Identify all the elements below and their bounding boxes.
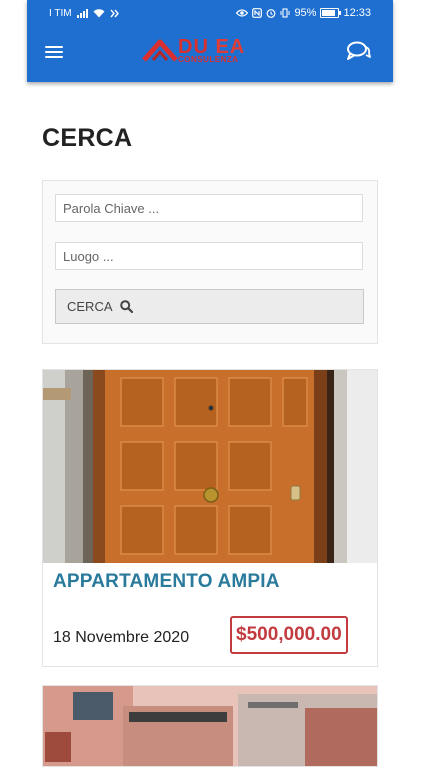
alarm-icon xyxy=(267,9,276,18)
listing-title[interactable]: APPARTAMENTO AMPIA xyxy=(53,571,280,593)
keyword-input[interactable] xyxy=(55,194,363,222)
listing-photo[interactable] xyxy=(43,370,377,563)
menu-button[interactable] xyxy=(45,44,65,60)
search-icon xyxy=(119,300,133,313)
listing-price-badge: $500,000.00 xyxy=(230,616,348,654)
listing-card[interactable] xyxy=(42,685,378,767)
nfc-icon xyxy=(110,9,119,18)
listing-photo[interactable] xyxy=(43,686,377,766)
battery-icon xyxy=(320,8,342,18)
app-frame: I TIM 95% 12:33 DU EA CONSULENZA CERCA P… xyxy=(27,0,393,767)
signal-icon xyxy=(76,9,88,18)
logo-subtitle: CONSULENZA xyxy=(178,55,239,64)
search-form: CERCA xyxy=(42,180,378,344)
nfc-tag-icon xyxy=(252,8,263,18)
brand-logo[interactable]: DU EA CONSULENZA xyxy=(142,36,282,66)
listing-card[interactable]: APPARTAMENTO AMPIA 18 Novembre 2020 $500… xyxy=(42,369,378,667)
search-button-label: CERCA xyxy=(67,299,113,314)
wifi-icon xyxy=(93,9,105,18)
vibrate-icon xyxy=(280,8,290,18)
status-time: 12:33 xyxy=(343,7,371,19)
app-bar: I TIM 95% 12:33 DU EA CONSULENZA xyxy=(27,0,393,82)
location-input[interactable] xyxy=(55,242,363,270)
carrier-label: I TIM xyxy=(49,8,72,19)
eye-icon xyxy=(236,9,249,17)
battery-percent: 95% xyxy=(294,7,317,19)
chat-icon xyxy=(347,41,371,60)
status-bar: I TIM 95% 12:33 xyxy=(27,0,393,26)
page-title: CERCA xyxy=(42,124,133,152)
search-button[interactable]: CERCA xyxy=(55,289,364,324)
house-logo-icon xyxy=(142,39,178,62)
chat-button[interactable] xyxy=(345,40,371,62)
listing-date: 18 Novembre 2020 xyxy=(53,629,190,646)
